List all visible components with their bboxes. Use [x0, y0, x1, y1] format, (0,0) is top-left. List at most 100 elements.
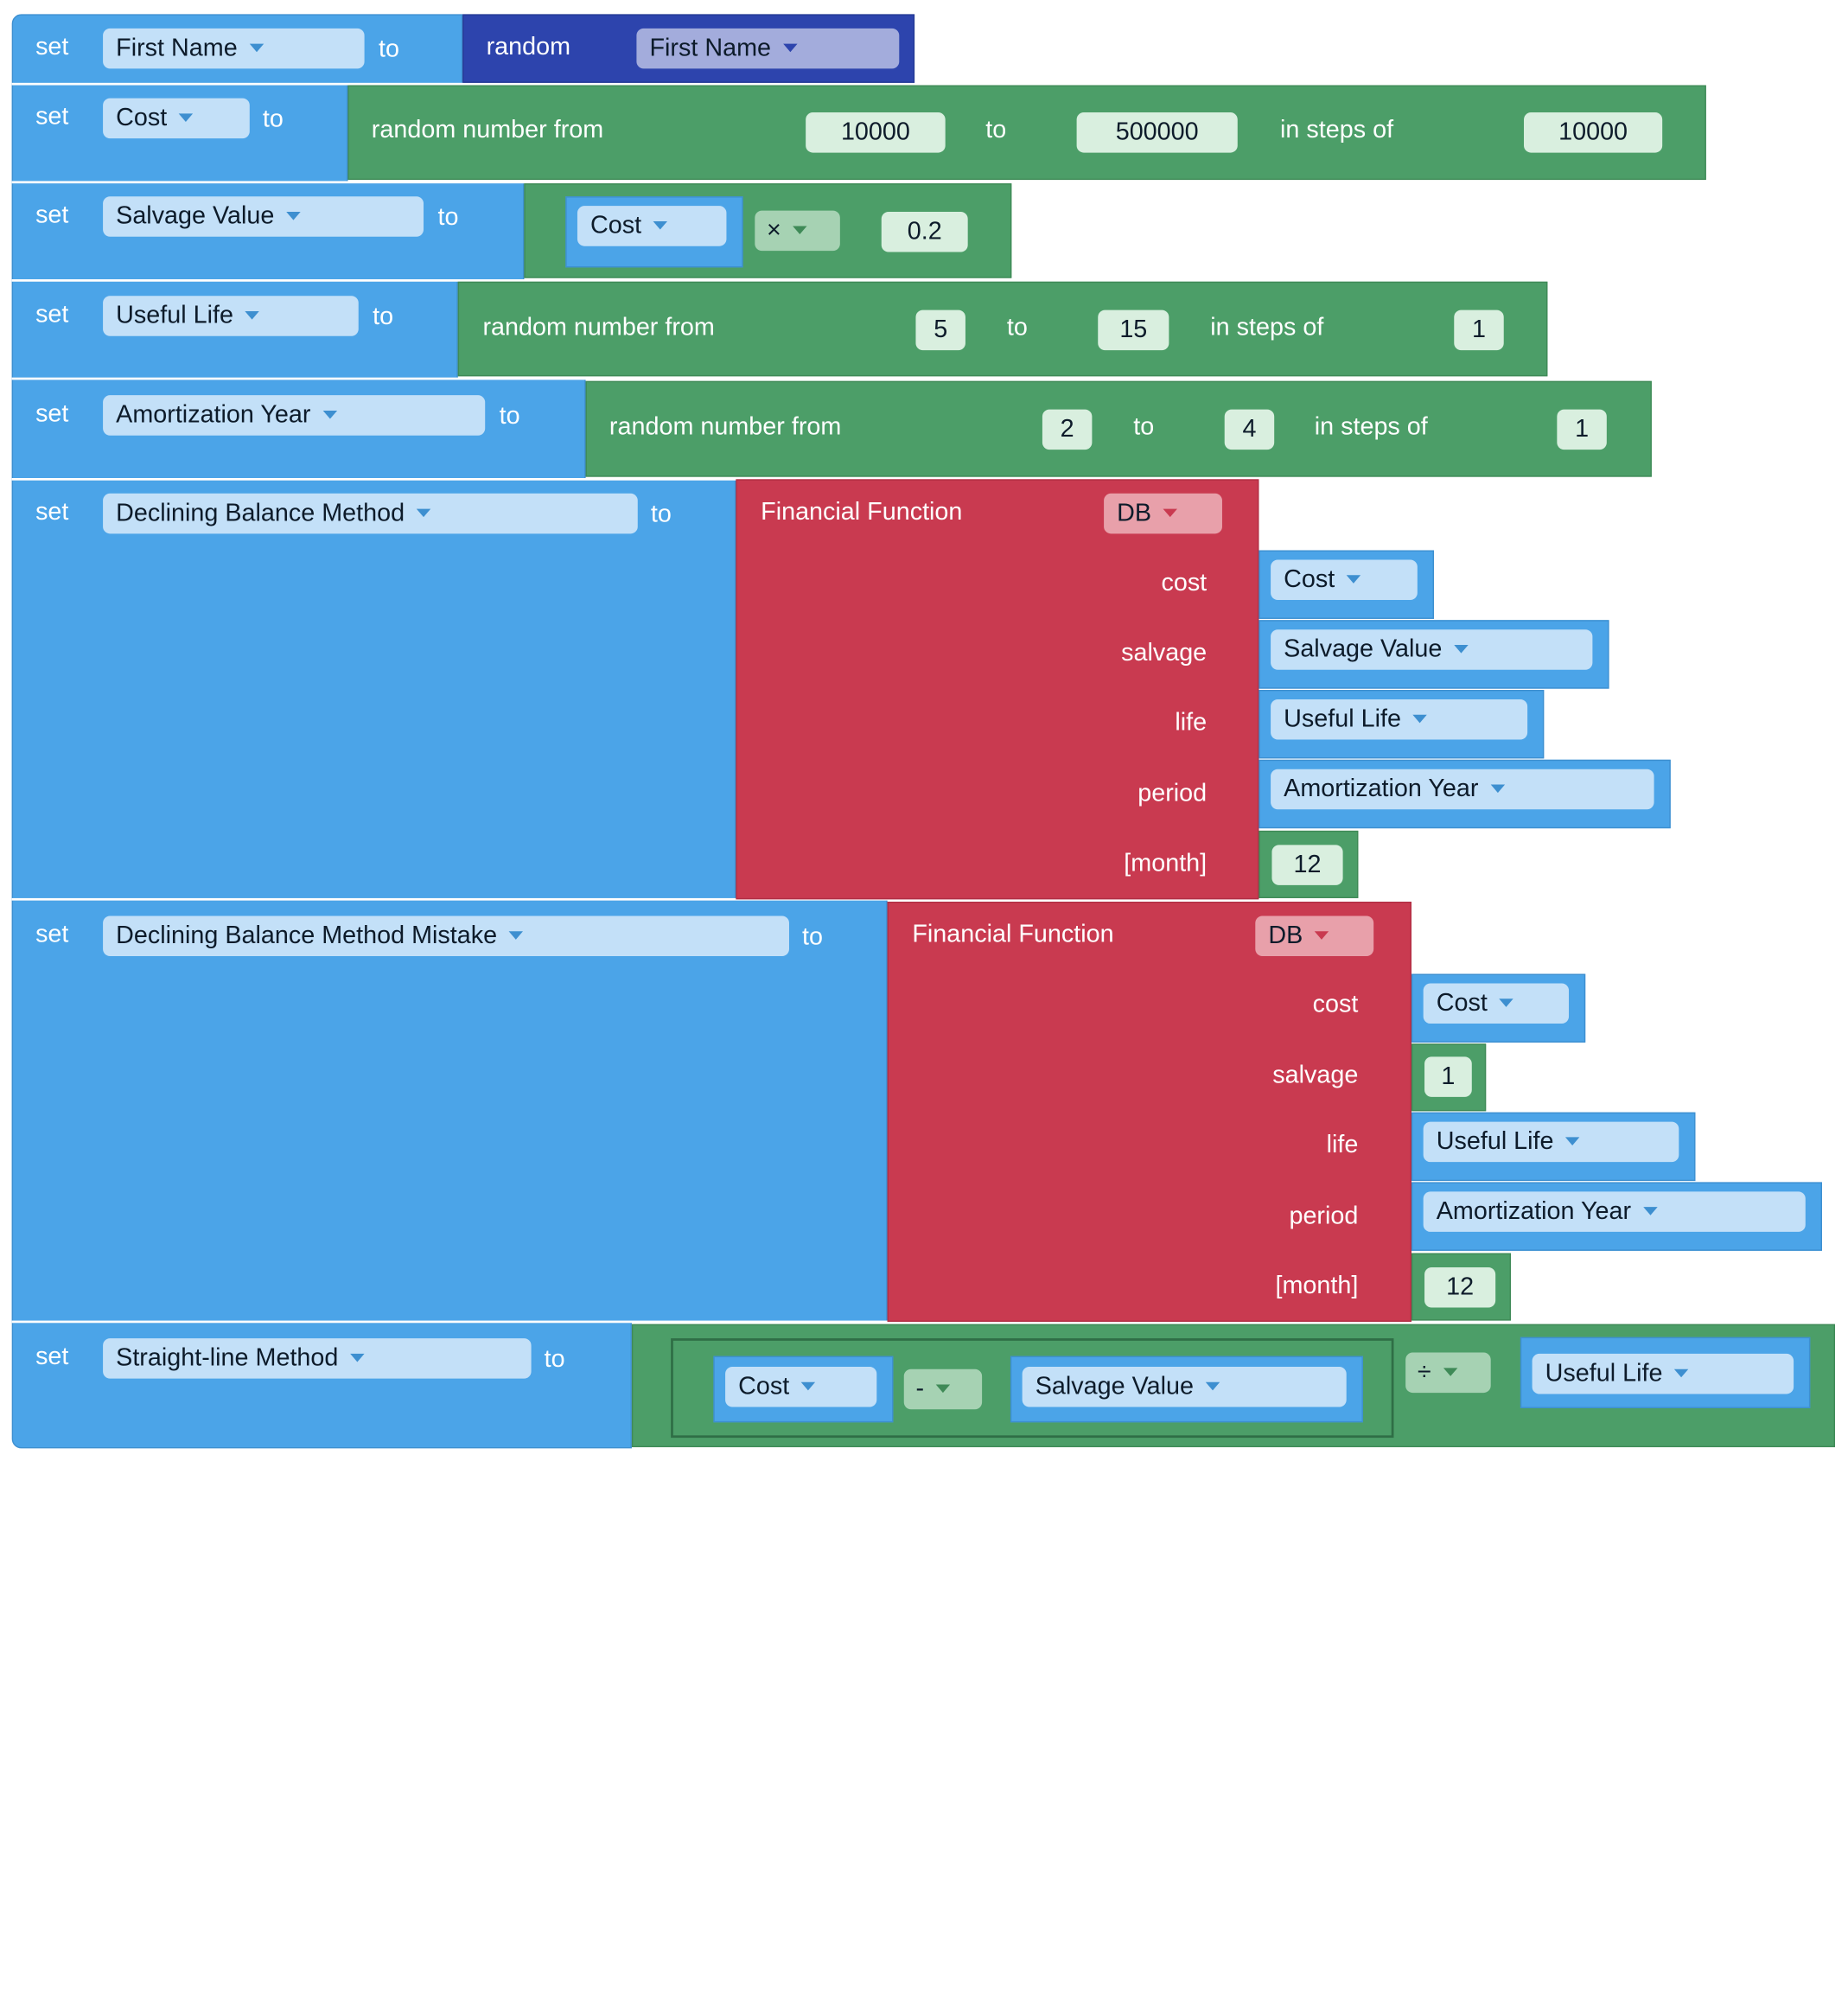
number-input-to[interactable]: 15 — [1098, 309, 1169, 351]
variable-getter-cost[interactable]: Cost — [565, 196, 743, 268]
variable-getter-useful-life[interactable]: Useful Life — [1411, 1112, 1696, 1182]
to-keyword: to — [437, 203, 459, 231]
random-type-dropdown[interactable]: First Name — [636, 28, 900, 69]
number-input-month[interactable]: 12 — [1271, 845, 1343, 885]
variable-getter-amortization[interactable]: Amortization Year — [1259, 759, 1671, 829]
variable-dropdown-first-name[interactable]: First Name — [103, 28, 365, 69]
set-keyword: set — [35, 1343, 69, 1371]
variable-dropdown-straight-line[interactable]: Straight-line Method — [103, 1338, 532, 1379]
chevron-down-icon — [1412, 714, 1428, 724]
to-keyword: to — [802, 922, 824, 951]
variable-dropdown-db[interactable]: Declining Balance Method — [103, 493, 638, 534]
to-keyword: to — [262, 105, 284, 133]
variable-dropdown[interactable]: Useful Life — [1271, 699, 1528, 740]
to-keyword: to — [1006, 313, 1028, 341]
function-dropdown-db[interactable]: DB — [1255, 915, 1374, 956]
operator-dropdown-divide[interactable]: ÷ — [1405, 1352, 1491, 1394]
chevron-down-icon — [1314, 931, 1329, 940]
to-keyword: to — [373, 303, 394, 330]
set-keyword: set — [35, 201, 69, 229]
variable-dropdown[interactable]: Cost — [1271, 559, 1418, 600]
operator-dropdown-minus[interactable]: - — [903, 1368, 983, 1410]
param-label-salvage: salvage — [1272, 1061, 1359, 1089]
chevron-down-icon — [245, 310, 260, 320]
number-input-to[interactable]: 500000 — [1076, 112, 1238, 153]
param-label-cost: cost — [1161, 569, 1208, 597]
variable-dropdown[interactable]: Salvage Value — [1271, 629, 1593, 670]
variable-getter-useful-life[interactable]: Useful Life — [1520, 1337, 1811, 1408]
variable-getter-useful-life[interactable]: Useful Life — [1259, 690, 1545, 759]
chevron-down-icon — [1443, 1368, 1457, 1376]
chevron-down-icon — [782, 43, 798, 53]
variable-getter-amortization[interactable]: Amortization Year — [1411, 1182, 1822, 1251]
chevron-down-icon — [286, 211, 301, 220]
variable-getter-salvage[interactable]: Salvage Value — [1259, 620, 1609, 689]
param-label-period: period — [1289, 1202, 1359, 1230]
random-number-label: random number from — [371, 116, 604, 144]
variable-dropdown[interactable]: Useful Life — [1532, 1353, 1794, 1394]
variable-dropdown-amortization[interactable]: Amortization Year — [103, 395, 486, 436]
chevron-down-icon — [1642, 1207, 1658, 1215]
variable-dropdown[interactable]: Cost — [725, 1366, 877, 1407]
chevron-down-icon — [1499, 998, 1513, 1007]
chevron-down-icon — [653, 220, 668, 230]
set-db-block[interactable] — [11, 479, 736, 900]
variable-dropdown[interactable]: Amortization Year — [1423, 1191, 1806, 1232]
chevron-down-icon — [1163, 508, 1178, 518]
number-input-to[interactable]: 4 — [1224, 409, 1275, 450]
variable-dropdown[interactable]: Cost — [1423, 983, 1570, 1024]
variable-dropdown[interactable]: Cost — [577, 206, 727, 246]
chevron-down-icon — [1454, 644, 1469, 654]
variable-dropdown[interactable]: Amortization Year — [1271, 769, 1654, 810]
chevron-down-icon — [416, 508, 431, 518]
to-keyword: to — [544, 1345, 565, 1373]
variable-dropdown[interactable]: Salvage Value — [1022, 1366, 1347, 1407]
variable-dropdown-salvage[interactable]: Salvage Value — [103, 196, 424, 237]
to-keyword: to — [985, 116, 1007, 144]
chevron-down-icon — [178, 113, 194, 122]
number-input-step[interactable]: 1 — [1557, 409, 1607, 450]
variable-dropdown[interactable]: Useful Life — [1423, 1121, 1679, 1163]
param-label-month: [month] — [1124, 849, 1208, 877]
variable-getter-cost[interactable]: Cost — [713, 1356, 894, 1423]
number-input-factor[interactable]: 0.2 — [881, 212, 968, 252]
variable-dropdown-useful-life[interactable]: Useful Life — [103, 296, 359, 336]
financial-function-block[interactable] — [736, 479, 1259, 900]
function-dropdown-db[interactable]: DB — [1104, 493, 1222, 534]
set-keyword: set — [35, 300, 69, 329]
financial-function-label: Financial Function — [912, 920, 1114, 948]
set-keyword: set — [35, 920, 69, 948]
random-number-label: random number from — [609, 412, 842, 441]
variable-getter-salvage[interactable]: Salvage Value — [1010, 1356, 1363, 1423]
variable-getter-cost[interactable]: Cost — [1411, 973, 1586, 1043]
number-input-from[interactable]: 10000 — [806, 112, 946, 153]
to-keyword: to — [650, 501, 672, 528]
random-number-label: random number from — [482, 313, 715, 341]
param-label-life: life — [1175, 708, 1208, 737]
number-input-from[interactable]: 2 — [1042, 409, 1093, 450]
chevron-down-icon — [1565, 1137, 1580, 1145]
to-keyword: to — [379, 35, 399, 63]
variable-getter-cost[interactable]: Cost — [1259, 550, 1434, 619]
chevron-down-icon — [1490, 784, 1505, 794]
financial-function-block[interactable] — [887, 902, 1411, 1322]
param-label-life: life — [1326, 1131, 1359, 1159]
steps-label: in steps of — [1280, 116, 1394, 144]
number-input-step[interactable]: 10000 — [1524, 112, 1663, 153]
number-input-salvage[interactable]: 1 — [1424, 1056, 1472, 1097]
variable-dropdown-cost[interactable]: Cost — [103, 98, 250, 139]
chevron-down-icon — [1346, 575, 1361, 584]
financial-function-label: Financial Function — [761, 498, 963, 526]
set-db-mistake-block[interactable] — [11, 899, 888, 1322]
number-input-step[interactable]: 1 — [1454, 309, 1504, 351]
variable-dropdown-db-mistake[interactable]: Declining Balance Method Mistake — [103, 915, 789, 956]
number-input-month[interactable]: 12 — [1424, 1266, 1496, 1308]
number-input-from[interactable]: 5 — [915, 309, 965, 351]
param-label-month: [month] — [1275, 1272, 1359, 1299]
param-label-period: period — [1137, 780, 1208, 807]
param-label-salvage: salvage — [1121, 639, 1208, 667]
chevron-down-icon — [508, 931, 524, 940]
chevron-down-icon — [793, 226, 807, 234]
operator-dropdown[interactable]: × — [755, 210, 840, 252]
set-keyword: set — [35, 399, 69, 428]
